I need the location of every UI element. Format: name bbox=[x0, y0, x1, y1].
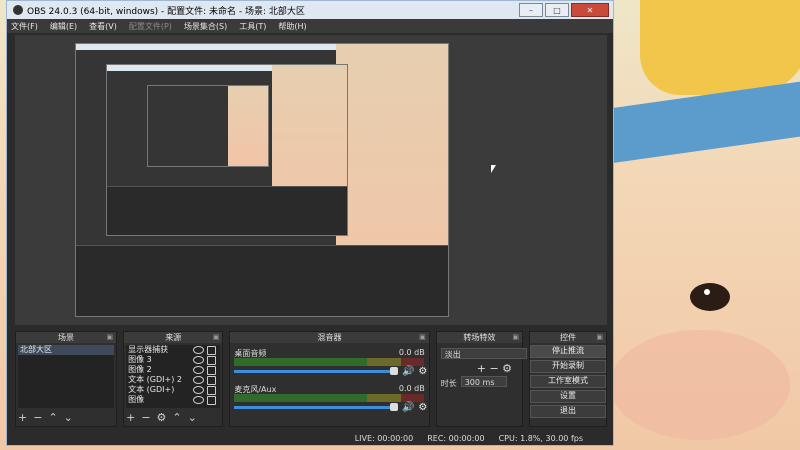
nested-preview-2 bbox=[106, 64, 348, 236]
menu-view[interactable]: 查看(V) bbox=[89, 21, 117, 32]
remove-source-icon[interactable]: − bbox=[141, 411, 150, 424]
source-settings-icon[interactable]: ⚙ bbox=[157, 411, 167, 424]
lock-icon bbox=[207, 345, 217, 355]
settings-button[interactable]: 设置 bbox=[530, 390, 606, 403]
menu-tools[interactable]: 工具(T) bbox=[239, 21, 266, 32]
sources-dock: 来源 ▣ 显示器捕获 图像 3 图像 2 文本 (GDI+) 2 文本 (GDI+… bbox=[123, 331, 224, 427]
scenes-list: 北部大区 bbox=[18, 345, 115, 408]
source-item[interactable]: 图像 3 bbox=[126, 355, 220, 365]
scenes-title: 场景 bbox=[58, 333, 75, 342]
menu-scene-collection[interactable]: 场景集合(S) bbox=[184, 21, 227, 32]
transition-settings-icon[interactable]: ⚙ bbox=[502, 362, 512, 375]
controls-title: 控件 bbox=[560, 333, 576, 342]
move-up-icon[interactable]: ⌃ bbox=[48, 411, 57, 424]
add-transition-icon[interactable]: + bbox=[477, 362, 486, 375]
visibility-icon bbox=[193, 385, 205, 394]
minimize-button[interactable]: – bbox=[519, 3, 543, 17]
obs-logo-icon bbox=[13, 5, 23, 15]
menu-bar: 文件(F) 编辑(E) 查看(V) 配置文件(P) 场景集合(S) 工具(T) … bbox=[7, 19, 613, 33]
sources-title: 来源 bbox=[165, 333, 182, 342]
title-bar: OBS 24.0.3 (64-bit, windows) - 配置文件: 未命名… bbox=[7, 1, 613, 19]
studio-mode-button[interactable]: 工作室模式 bbox=[530, 375, 606, 388]
move-down-icon[interactable]: ⌄ bbox=[64, 411, 73, 424]
channel-name: 桌面音频 bbox=[234, 349, 267, 358]
speaker-icon[interactable]: 🔊 bbox=[402, 402, 414, 413]
cpu-usage: CPU: 1.8%, 30.00 fps bbox=[498, 433, 583, 443]
cheek bbox=[610, 330, 790, 440]
mixer-channel-desktop: 桌面音频 0.0 dB 🔊 ⚙ bbox=[234, 348, 427, 384]
mixer-channel-mic: 麦克风/Aux 0.0 dB 🔊 ⚙ bbox=[234, 384, 427, 420]
preview-canvas[interactable] bbox=[15, 35, 607, 325]
source-item[interactable]: 显示器捕获 bbox=[126, 345, 220, 355]
source-item[interactable]: 文本 (GDI+) 2 bbox=[126, 375, 220, 385]
mouse-cursor bbox=[491, 165, 496, 173]
volume-meter bbox=[234, 358, 425, 366]
transition-select[interactable]: 淡出 bbox=[440, 348, 527, 359]
lock-icon bbox=[207, 365, 217, 375]
nested-preview-1 bbox=[75, 43, 449, 317]
controls-dock: 控件 ▣ 停止推流 开始录制 工作室模式 设置 退出 bbox=[529, 331, 607, 427]
transitions-title: 转场特效 bbox=[463, 333, 496, 342]
mixer-dock: 混音器 ▣ 桌面音频 0.0 dB 🔊 ⚙ 麦克风/Aux 0.0 dB 🔊 ⚙ bbox=[229, 331, 430, 427]
source-item[interactable]: 图像 bbox=[126, 395, 220, 405]
channel-name: 麦克风/Aux bbox=[234, 385, 277, 394]
visibility-icon bbox=[193, 375, 205, 384]
channel-db: 0.0 dB bbox=[398, 384, 425, 393]
lock-icon bbox=[207, 355, 217, 365]
cap-top bbox=[640, 0, 800, 95]
window-title: OBS 24.0.3 (64-bit, windows) - 配置文件: 未命名… bbox=[27, 6, 305, 17]
start-recording-button[interactable]: 开始录制 bbox=[530, 360, 606, 373]
close-button[interactable]: ✕ bbox=[571, 3, 609, 17]
speaker-icon[interactable]: 🔊 bbox=[402, 366, 414, 377]
scene-item[interactable]: 北部大区 bbox=[18, 345, 115, 355]
rec-time: REC: 00:00:00 bbox=[427, 433, 485, 443]
visibility-icon bbox=[193, 355, 205, 364]
stop-streaming-button[interactable]: 停止推流 bbox=[530, 345, 606, 358]
lock-icon bbox=[207, 375, 217, 385]
nested-preview-3 bbox=[147, 85, 269, 167]
baby-eye bbox=[690, 283, 730, 311]
remove-scene-icon[interactable]: − bbox=[33, 411, 42, 424]
menu-file[interactable]: 文件(F) bbox=[11, 21, 38, 32]
volume-meter bbox=[234, 394, 425, 402]
obs-window: OBS 24.0.3 (64-bit, windows) - 配置文件: 未命名… bbox=[6, 0, 614, 446]
remove-transition-icon[interactable]: − bbox=[489, 362, 498, 375]
gear-icon[interactable]: ⚙ bbox=[418, 366, 427, 377]
status-bar: LIVE: 00:00:00 REC: 00:00:00 CPU: 1.8%, … bbox=[7, 431, 613, 445]
volume-slider[interactable] bbox=[234, 367, 399, 375]
add-source-icon[interactable]: + bbox=[126, 411, 135, 424]
menu-profile[interactable]: 配置文件(P) bbox=[129, 21, 172, 32]
move-down-icon[interactable]: ⌄ bbox=[188, 411, 197, 424]
duration-input[interactable]: 300 ms bbox=[460, 376, 507, 387]
transitions-dock: 转场特效 ▣ 淡出 + − ⚙ 时长 300 ms bbox=[435, 331, 527, 427]
sources-list: 显示器捕获 图像 3 图像 2 文本 (GDI+) 2 文本 (GDI+) 图像 bbox=[126, 345, 221, 408]
lock-icon bbox=[207, 385, 217, 395]
channel-db: 0.0 dB bbox=[398, 348, 425, 357]
exit-button[interactable]: 退出 bbox=[530, 405, 606, 418]
mixer-title: 混音器 bbox=[317, 333, 342, 342]
menu-help[interactable]: 帮助(H) bbox=[278, 21, 306, 32]
transition-tools: + − ⚙ bbox=[477, 362, 512, 375]
scenes-dock: 场景 ▣ 北部大区 + − ⌃ ⌄ bbox=[15, 331, 118, 427]
visibility-icon bbox=[193, 395, 205, 404]
source-item[interactable]: 图像 2 bbox=[126, 365, 220, 375]
visibility-icon bbox=[193, 365, 205, 374]
dock-area: 场景 ▣ 北部大区 + − ⌃ ⌄ 来源 ▣ 显示器捕获 图像 3 图像 2 文本 … bbox=[15, 331, 607, 427]
maximize-button[interactable]: □ bbox=[545, 3, 569, 17]
move-up-icon[interactable]: ⌃ bbox=[172, 411, 181, 424]
volume-slider[interactable] bbox=[234, 403, 399, 411]
gear-icon[interactable]: ⚙ bbox=[418, 402, 427, 413]
visibility-icon bbox=[193, 345, 205, 354]
source-item[interactable]: 文本 (GDI+) bbox=[126, 385, 220, 395]
duration-label: 时长 bbox=[440, 379, 457, 388]
lock-icon bbox=[207, 395, 217, 405]
menu-edit[interactable]: 编辑(E) bbox=[50, 21, 77, 32]
live-time: LIVE: 00:00:00 bbox=[354, 433, 414, 443]
add-scene-icon[interactable]: + bbox=[18, 411, 27, 424]
